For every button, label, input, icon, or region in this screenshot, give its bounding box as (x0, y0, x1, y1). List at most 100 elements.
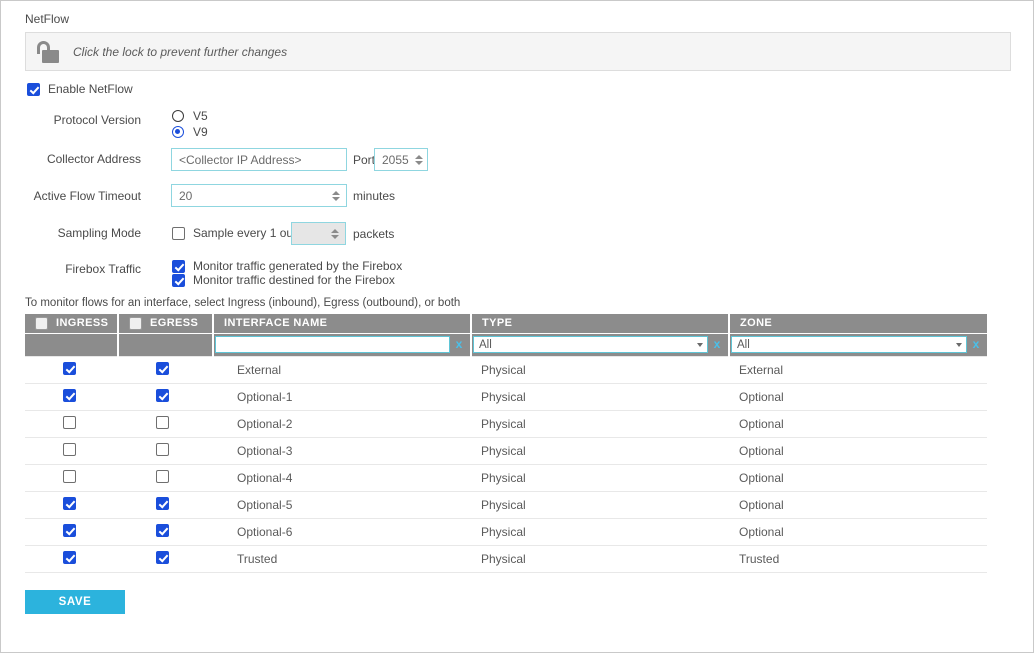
sampling-mode-row[interactable]: Sample every 1 out of (172, 226, 310, 240)
active-flow-timeout-stepper[interactable] (330, 188, 341, 203)
port-stepper[interactable] (413, 152, 424, 167)
filter-cell-type: All x (471, 333, 729, 356)
egress-checkbox[interactable] (156, 389, 169, 402)
filter-zone-value: All (737, 339, 750, 351)
clear-zone-filter-icon[interactable]: x (967, 336, 985, 353)
radio-v9-label: V9 (193, 125, 208, 139)
egress-checkbox[interactable] (156, 443, 169, 456)
ingress-checkbox[interactable] (63, 470, 76, 483)
save-button[interactable]: SAVE (25, 590, 125, 614)
cell-zone: Optional (729, 410, 987, 437)
table-filter-row: x All x All (25, 333, 987, 356)
active-flow-timeout-label: Active Flow Timeout (1, 189, 141, 203)
cell-egress (118, 545, 213, 572)
sampling-mode-checkbox[interactable] (172, 227, 185, 240)
cell-type: Physical (471, 491, 729, 518)
filter-cell-ingress (25, 333, 118, 356)
radio-v5-label: V5 (193, 109, 208, 123)
select-all-ingress-checkbox[interactable] (35, 317, 48, 330)
cell-type: Physical (471, 437, 729, 464)
cell-type: Physical (471, 464, 729, 491)
filter-interface-name-input[interactable] (215, 336, 450, 353)
sampling-mode-unit: packets (353, 227, 394, 241)
collector-address-input[interactable] (171, 148, 347, 171)
column-header-ingress[interactable]: INGRESS (25, 314, 118, 333)
cell-zone: Trusted (729, 545, 987, 572)
sampling-mode-label: Sampling Mode (1, 226, 141, 240)
filter-cell-zone: All x (729, 333, 987, 356)
firebox-traffic-option-destined[interactable]: Monitor traffic destined for the Firebox (172, 273, 395, 287)
egress-checkbox[interactable] (156, 362, 169, 375)
egress-checkbox[interactable] (156, 470, 169, 483)
column-header-type[interactable]: TYPE (471, 314, 729, 333)
collector-address-label: Collector Address (1, 152, 141, 166)
enable-netflow-checkbox[interactable] (27, 83, 40, 96)
firebox-traffic-option-generated[interactable]: Monitor traffic generated by the Firebox (172, 259, 402, 273)
ingress-checkbox[interactable] (63, 416, 76, 429)
cell-egress (118, 383, 213, 410)
egress-checkbox[interactable] (156, 416, 169, 429)
clear-type-filter-icon[interactable]: x (708, 336, 726, 353)
active-flow-timeout-input[interactable] (171, 184, 347, 207)
table-row: Optional-5PhysicalOptional (25, 491, 987, 518)
firebox-traffic-destined-checkbox[interactable] (172, 274, 185, 287)
filter-zone-select[interactable]: All (731, 336, 967, 353)
cell-type: Physical (471, 410, 729, 437)
table-row: Optional-6PhysicalOptional (25, 518, 987, 545)
ingress-checkbox[interactable] (63, 524, 76, 537)
cell-egress (118, 464, 213, 491)
cell-interface-name: Optional-6 (213, 518, 471, 545)
chevron-down-icon (697, 343, 703, 347)
port-label: Port (353, 153, 375, 167)
interface-table-hint: To monitor flows for an interface, selec… (25, 297, 460, 309)
enable-netflow-row[interactable]: Enable NetFlow (27, 82, 133, 96)
clear-interface-name-filter-icon[interactable]: x (450, 336, 468, 353)
table-row: Optional-1PhysicalOptional (25, 383, 987, 410)
unlocked-padlock-icon[interactable] (36, 40, 64, 64)
cell-interface-name: Optional-4 (213, 464, 471, 491)
column-header-egress[interactable]: EGRESS (118, 314, 213, 333)
interface-table: INGRESS EGRESS INTERFACE NAME TYPE ZONE (25, 314, 987, 573)
cell-zone: Optional (729, 491, 987, 518)
lock-banner[interactable]: Click the lock to prevent further change… (25, 32, 1011, 71)
ingress-checkbox[interactable] (63, 497, 76, 510)
ingress-checkbox[interactable] (63, 362, 76, 375)
table-row: Optional-4PhysicalOptional (25, 464, 987, 491)
cell-type: Physical (471, 356, 729, 383)
ingress-checkbox[interactable] (63, 443, 76, 456)
ingress-checkbox[interactable] (63, 551, 76, 564)
chevron-down-icon (956, 343, 962, 347)
column-header-ingress-label: INGRESS (56, 317, 108, 329)
enable-netflow-label: Enable NetFlow (48, 82, 133, 96)
cell-zone: Optional (729, 464, 987, 491)
cell-interface-name: Optional-5 (213, 491, 471, 518)
firebox-traffic-generated-checkbox[interactable] (172, 260, 185, 273)
column-header-zone[interactable]: ZONE (729, 314, 987, 333)
firebox-traffic-generated-label: Monitor traffic generated by the Firebox (193, 259, 402, 273)
cell-zone: Optional (729, 437, 987, 464)
egress-checkbox[interactable] (156, 497, 169, 510)
select-all-egress-checkbox[interactable] (129, 317, 142, 330)
column-header-egress-label: EGRESS (150, 317, 198, 329)
sampling-rate-stepper[interactable] (329, 226, 340, 241)
protocol-version-label: Protocol Version (1, 113, 141, 127)
protocol-version-option-v5[interactable]: V5 (172, 109, 208, 123)
cell-ingress (25, 356, 118, 383)
lock-banner-message: Click the lock to prevent further change… (73, 45, 287, 59)
interface-table-body: ExternalPhysicalExternalOptional-1Physic… (25, 356, 987, 572)
cell-interface-name: Optional-1 (213, 383, 471, 410)
table-row: TrustedPhysicalTrusted (25, 545, 987, 572)
filter-type-select[interactable]: All (473, 336, 708, 353)
column-header-interface-name[interactable]: INTERFACE NAME (213, 314, 471, 333)
cell-ingress (25, 545, 118, 572)
firebox-traffic-destined-label: Monitor traffic destined for the Firebox (193, 273, 395, 287)
protocol-version-option-v9[interactable]: V9 (172, 125, 208, 139)
ingress-checkbox[interactable] (63, 389, 76, 402)
radio-v5[interactable] (172, 110, 184, 122)
cell-interface-name: Optional-3 (213, 437, 471, 464)
radio-v9[interactable] (172, 126, 184, 138)
firebox-traffic-label: Firebox Traffic (1, 262, 141, 276)
egress-checkbox[interactable] (156, 524, 169, 537)
cell-zone: Optional (729, 383, 987, 410)
egress-checkbox[interactable] (156, 551, 169, 564)
